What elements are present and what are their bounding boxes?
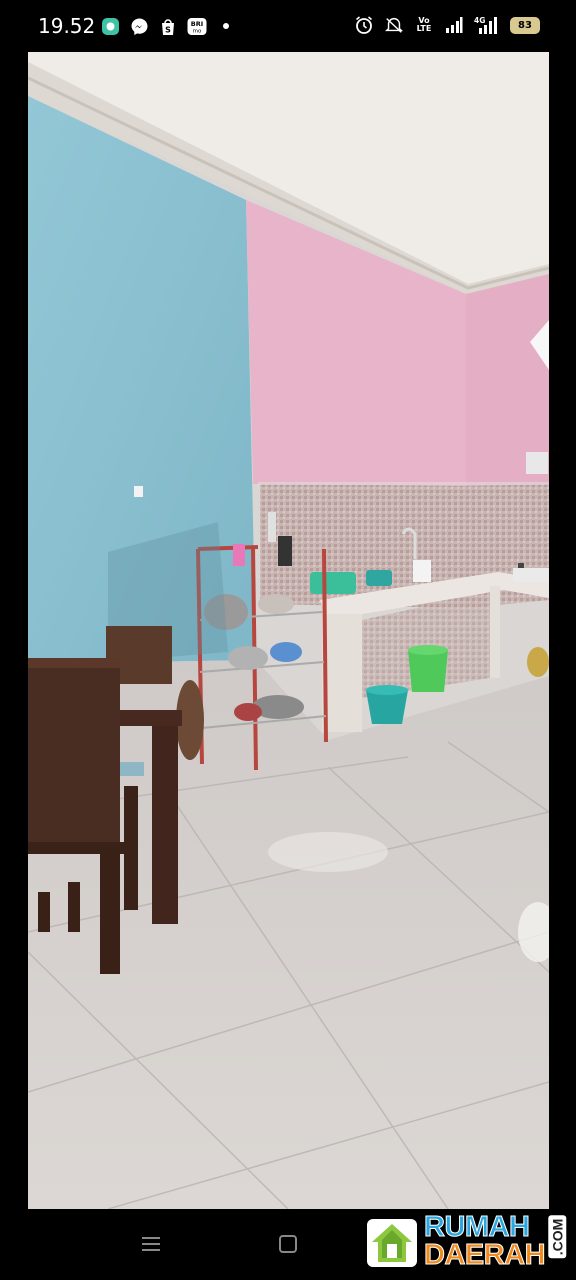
volte-icon: Vo LTE [416,16,432,33]
status-time: 19.52 [38,14,96,38]
mute-vibrate-icon [384,15,404,35]
home-square-icon[interactable] [273,1231,303,1257]
svg-text:mo: mo [193,28,202,34]
kitchen-photo [28,52,549,1209]
dot-icon [216,16,236,36]
4g-signal-icon: 4G [474,15,500,35]
brimo-icon: BRI mo [187,16,207,36]
notification-icons: S BRI mo [100,16,236,36]
signal-icon [444,15,464,35]
rumahdaerah-watermark: RUMAH DAERAH .COM [364,1210,569,1272]
house-logo-icon [367,1219,417,1267]
svg-text:BRI: BRI [191,20,203,28]
watermark-daerah: DAERAH [423,1239,546,1272]
system-icons: Vo LTE 4G 83 [354,15,540,35]
status-bar: 19.52 S BRI mo Vo LTE 4G 83 [0,0,576,52]
shopee-bag-icon: S [158,16,178,36]
battery-icon: 83 [510,16,540,34]
svg-text:4G: 4G [474,16,485,25]
messenger-icon [129,16,149,36]
watermark-com: .COM [548,1215,567,1259]
alarm-icon [354,15,374,35]
kitchen-photo-illustration [28,52,549,1209]
menu-icon[interactable] [136,1231,166,1257]
svg-text:S: S [165,25,171,34]
chat-bubble-icon [100,16,120,36]
